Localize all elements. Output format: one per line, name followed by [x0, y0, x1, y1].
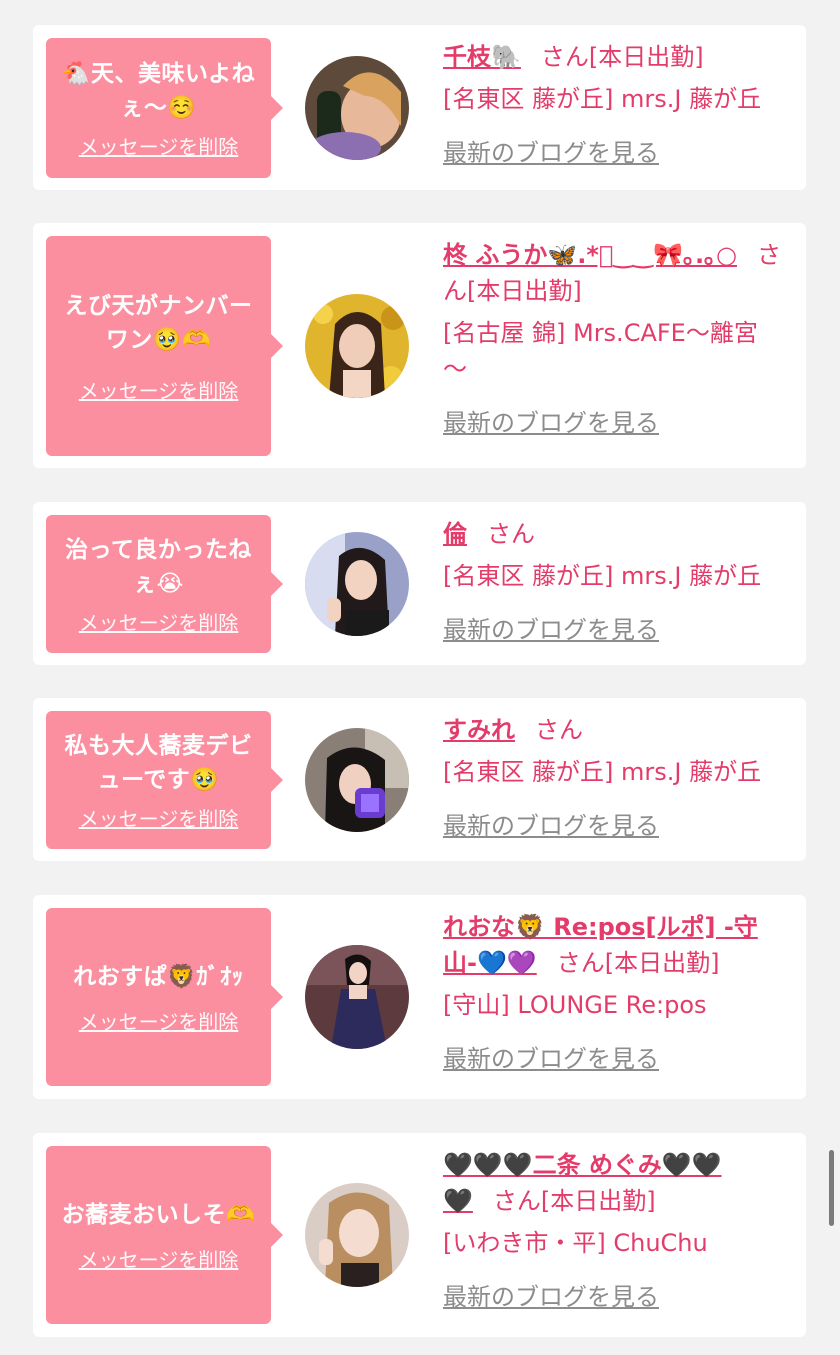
message-card: えび天がナンバー ワン🥹🫶 メッセージを削除 柊 ふうか🦋.*ﾟ‿‿🎀｡.｡○ さ … [33, 223, 806, 468]
message-bubble: 治って良かったね ぇ😭 メッセージを削除 [46, 515, 283, 653]
san-status: さん[本日出勤] [540, 43, 704, 71]
delete-message-link[interactable]: メッセージを削除 [79, 375, 239, 404]
girl-name-link[interactable]: れおな🦁 Re:pos[ルポ] -守 [443, 913, 758, 941]
delete-message-link[interactable]: メッセージを削除 [79, 607, 239, 636]
latest-blog-link[interactable]: 最新のブログを見る [443, 808, 659, 844]
message-card: 治って良かったね ぇ😭 メッセージを削除 倫さん [名東区 藤が丘] mrs.J … [33, 502, 806, 665]
latest-blog-link[interactable]: 最新のブログを見る [443, 1279, 659, 1315]
shop-name: [名古屋 錦] Mrs.CAFE〜離宮 [443, 319, 758, 347]
avatar[interactable] [305, 728, 409, 832]
san-status: さん [535, 716, 583, 744]
avatar[interactable] [305, 294, 409, 398]
girl-name-link[interactable]: すみれ [443, 716, 515, 744]
san-status-cont: ん[本日出勤] [443, 277, 582, 305]
message-bubble: れおすぱ🦁ｶﾞｵｯ メッセージを削除 [46, 908, 283, 1086]
message-card: 私も大人蕎麦デビ ューです🥹 メッセージを削除 すみれ さん [名東区 藤が丘] m… [33, 698, 806, 861]
scrollbar[interactable] [829, 1150, 834, 1226]
san-status: さ [757, 241, 781, 269]
latest-blog-link[interactable]: 最新のブログを見る [443, 612, 659, 648]
message-card: お蕎麦おいしそ🫶 メッセージを削除 🖤🖤🖤二条 めぐみ🖤🖤 🖤 さん[本日出勤] … [33, 1133, 806, 1337]
girl-name-link[interactable]: 🖤🖤🖤二条 めぐみ🖤🖤 [443, 1151, 722, 1179]
shop-name: [いわき市・平] ChuChu [443, 1229, 708, 1257]
avatar[interactable] [305, 56, 409, 160]
message-bubble: 🐔天、美味いよね ぇ〜☺️ メッセージを削除 [46, 38, 283, 178]
message-bubble: 私も大人蕎麦デビ ューです🥹 メッセージを削除 [46, 711, 283, 849]
avatar[interactable] [305, 1183, 409, 1287]
message-bubble: お蕎麦おいしそ🫶 メッセージを削除 [46, 1146, 283, 1324]
girl-info: 柊 ふうか🦋.*ﾟ‿‿🎀｡.｡○ さ ん[本日出勤] [名古屋 錦] Mrs.CA… [443, 237, 795, 441]
message-text: 🐔天、美味いよね ぇ〜☺️ [61, 60, 256, 121]
girl-info: れおな🦁 Re:pos[ルポ] -守 山-💙💜 さん[本日出勤] [守山] LOU… [443, 909, 795, 1077]
shop-name: [名東区 藤が丘] mrs.J 藤が丘 [443, 85, 762, 113]
latest-blog-link[interactable]: 最新のブログを見る [443, 135, 659, 171]
message-text: 治って良かったね ぇ😭 [65, 536, 252, 597]
shop-name: [守山] LOUNGE Re:pos [443, 991, 707, 1019]
message-text: 私も大人蕎麦デビ ューです🥹 [64, 732, 253, 793]
message-card: 🐔天、美味いよね ぇ〜☺️ メッセージを削除 千枝🐘 さん[本日出勤] [名東区 藤… [33, 25, 806, 190]
message-card: れおすぱ🦁ｶﾞｵｯ メッセージを削除 れおな🦁 Re:pos[ルポ] -守 山-… [33, 895, 806, 1099]
girl-info: 千枝🐘 さん[本日出勤] [名東区 藤が丘] mrs.J 藤が丘 最新のブログを見… [443, 39, 795, 171]
delete-message-link[interactable]: メッセージを削除 [79, 1244, 239, 1273]
message-text: れおすぱ🦁ｶﾞｵｯ [73, 963, 244, 990]
latest-blog-link[interactable]: 最新のブログを見る [443, 405, 659, 441]
girl-name-link-cont[interactable]: 🖤 [443, 1187, 473, 1215]
latest-blog-link[interactable]: 最新のブログを見る [443, 1041, 659, 1077]
avatar[interactable] [305, 945, 409, 1049]
girl-info: 倫さん [名東区 藤が丘] mrs.J 藤が丘 最新のブログを見る [443, 516, 795, 648]
message-text: お蕎麦おいしそ🫶 [61, 1201, 256, 1228]
delete-message-link[interactable]: メッセージを削除 [79, 1006, 239, 1035]
san-status: さん[本日出勤] [556, 949, 720, 977]
san-status: さん[本日出勤] [492, 1187, 656, 1215]
avatar[interactable] [305, 532, 409, 636]
shop-name-cont: 〜 [443, 355, 467, 383]
message-bubble: えび天がナンバー ワン🥹🫶 メッセージを削除 [46, 236, 283, 456]
girl-info: すみれ さん [名東区 藤が丘] mrs.J 藤が丘 最新のブログを見る [443, 712, 795, 844]
girl-name-link-cont[interactable]: 山-💙💜 [443, 949, 537, 977]
girl-name-link[interactable]: 倫 [443, 520, 467, 548]
san-status: さん [487, 520, 535, 548]
delete-message-link[interactable]: メッセージを削除 [79, 803, 239, 832]
delete-message-link[interactable]: メッセージを削除 [79, 131, 239, 160]
girl-info: 🖤🖤🖤二条 めぐみ🖤🖤 🖤 さん[本日出勤] [いわき市・平] ChuChu 最新… [443, 1147, 795, 1315]
message-text: えび天がナンバー ワン🥹🫶 [64, 292, 253, 353]
girl-name-link[interactable]: 千枝🐘 [443, 43, 521, 71]
shop-name: [名東区 藤が丘] mrs.J 藤が丘 [443, 562, 762, 590]
shop-name: [名東区 藤が丘] mrs.J 藤が丘 [443, 758, 762, 786]
girl-name-link[interactable]: 柊 ふうか🦋.*ﾟ‿‿🎀｡.｡○ [443, 241, 737, 269]
